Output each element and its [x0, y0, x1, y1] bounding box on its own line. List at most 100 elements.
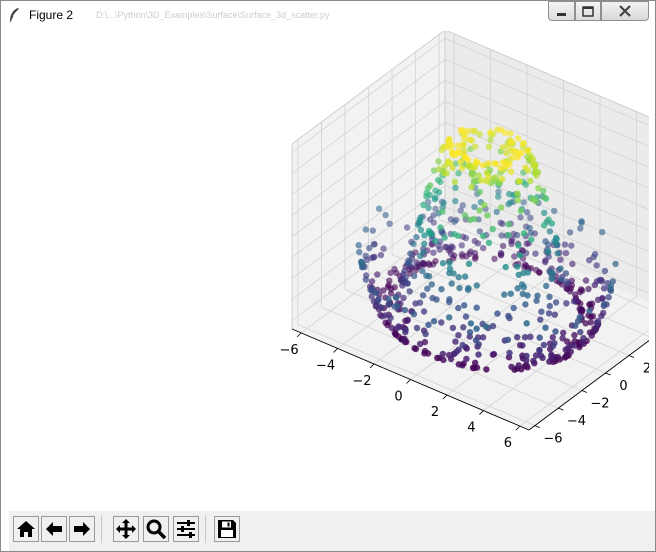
- data-point: [456, 284, 463, 292]
- data-point: [593, 262, 600, 269]
- data-point: [362, 226, 369, 233]
- data-point: [452, 338, 459, 345]
- data-point: [366, 244, 373, 252]
- data-point: [428, 281, 435, 288]
- data-point: [483, 177, 490, 185]
- data-point: [413, 324, 421, 332]
- data-point: [529, 155, 537, 163]
- data-point: [517, 214, 524, 221]
- data-point: [432, 237, 439, 244]
- data-point: [466, 329, 474, 336]
- data-point: [499, 242, 507, 250]
- data-point: [452, 197, 459, 205]
- home-button[interactable]: [13, 516, 39, 542]
- data-point: [499, 220, 506, 228]
- data-point: [577, 225, 584, 232]
- data-point: [459, 362, 466, 369]
- y-tick: [558, 407, 564, 411]
- data-point: [373, 289, 380, 297]
- data-point: [432, 187, 439, 194]
- data-point: [542, 258, 549, 266]
- data-point: [446, 314, 453, 321]
- data-point: [538, 308, 545, 315]
- data-point: [489, 351, 497, 358]
- maximize-button[interactable]: [575, 1, 601, 21]
- data-point: [468, 184, 475, 191]
- toolbar-separator: [101, 516, 102, 543]
- close-button[interactable]: [601, 1, 649, 21]
- data-point: [375, 205, 383, 212]
- save-button[interactable]: [214, 516, 240, 542]
- pan-button[interactable]: [113, 516, 139, 542]
- data-point: [461, 273, 469, 280]
- data-point: [374, 271, 381, 278]
- data-point: [568, 242, 575, 249]
- data-point: [591, 250, 599, 258]
- data-point: [489, 322, 497, 330]
- data-point: [356, 249, 363, 256]
- x-tick: [442, 394, 448, 400]
- data-point: [394, 302, 401, 310]
- data-point: [446, 259, 453, 266]
- data-point: [439, 208, 446, 215]
- data-point: [400, 294, 407, 302]
- y-tick-label: −4: [567, 414, 586, 429]
- toolbar-separator: [205, 516, 206, 543]
- data-point: [407, 250, 414, 257]
- data-point: [511, 253, 518, 260]
- data-point: [546, 293, 553, 300]
- data-point: [479, 334, 487, 341]
- data-point: [557, 276, 565, 283]
- data-point: [467, 320, 475, 327]
- data-point: [455, 332, 462, 339]
- data-point: [508, 139, 516, 146]
- data-point: [416, 218, 424, 225]
- data-point: [545, 310, 553, 317]
- data-point: [416, 299, 424, 306]
- back-button[interactable]: [41, 516, 67, 542]
- data-point: [475, 351, 482, 358]
- data-point: [441, 234, 448, 241]
- data-point: [600, 301, 608, 308]
- data-point: [428, 231, 435, 238]
- data-point: [473, 282, 480, 289]
- data-point: [467, 248, 474, 255]
- data-point: [533, 172, 540, 179]
- data-point: [440, 199, 447, 207]
- data-point: [473, 158, 480, 165]
- data-point: [461, 302, 468, 309]
- data-point: [480, 244, 487, 252]
- data-point: [510, 304, 517, 312]
- data-point: [380, 245, 387, 252]
- configure-subplots-button[interactable]: [173, 516, 199, 542]
- data-point: [522, 164, 529, 171]
- data-point: [462, 234, 470, 242]
- data-point: [448, 280, 455, 287]
- data-point: [514, 197, 521, 204]
- y-tick-label: 0: [619, 379, 627, 394]
- minimize-button[interactable]: [548, 1, 575, 21]
- data-point: [520, 230, 528, 237]
- data-point: [522, 301, 529, 308]
- data-point: [489, 225, 496, 233]
- data-point: [396, 323, 403, 331]
- x-tick: [515, 425, 521, 431]
- zoom-button[interactable]: [143, 516, 169, 542]
- data-point: [563, 300, 570, 307]
- data-point: [443, 170, 450, 177]
- scatter-3d-plot[interactable]: −6−4−20246−6−4−20246−1.00−0.75−0.50−0.25…: [9, 31, 649, 511]
- data-point: [517, 207, 525, 214]
- data-point: [420, 201, 427, 209]
- data-point: [438, 319, 445, 326]
- data-point: [358, 258, 365, 266]
- data-point: [577, 328, 584, 336]
- title-bar[interactable]: Figure 2 D:\...\Python\3D_Examples\Surfa…: [1, 1, 655, 30]
- data-point: [533, 297, 540, 304]
- data-point: [430, 318, 438, 325]
- data-point: [425, 273, 433, 280]
- window-controls: [548, 1, 655, 22]
- forward-button[interactable]: [69, 516, 95, 542]
- data-point: [406, 288, 413, 295]
- data-point: [466, 136, 473, 143]
- data-point: [551, 207, 558, 215]
